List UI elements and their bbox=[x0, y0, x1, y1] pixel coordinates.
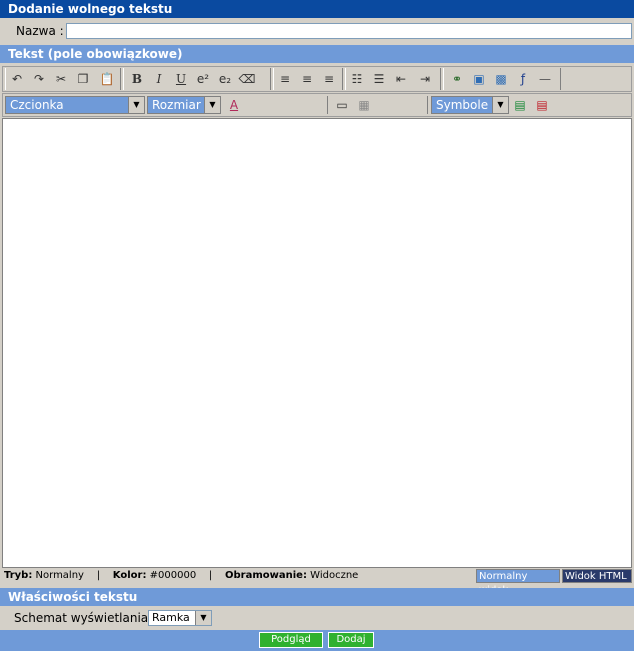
symbols-select[interactable]: Symbole ▼ bbox=[431, 96, 509, 114]
flash-icon[interactable]: ƒ bbox=[514, 71, 532, 87]
schema-label: Schemat wyświetlania : bbox=[14, 611, 157, 625]
text-section-bar: Tekst (pole obowiązkowe) bbox=[0, 45, 634, 63]
toolbar-divider bbox=[327, 96, 328, 114]
toolbar-group-format: B I U e² e₂ ⌫ bbox=[123, 68, 271, 90]
toolbar-row-1: ↶ ↷ ✂ ❐ 📋 B I U e² e₂ ⌫ ≡ ≡ ≡ ☷ ☰ ⇤ ⇥ ⚭ … bbox=[2, 66, 632, 92]
html-view-button[interactable]: Widok HTML bbox=[562, 569, 632, 583]
size-select[interactable]: Rozmiar ▼ bbox=[147, 96, 221, 114]
normal-view-button[interactable]: Normalny widok bbox=[476, 569, 560, 596]
chevron-down-icon: ▼ bbox=[204, 97, 220, 113]
toolbar-row-2: Czcionka ▼ Rozmiar ▼ A ▭ ▦ Symbole ▼ ▤ ▤ bbox=[2, 93, 632, 117]
name-label: Nazwa : bbox=[16, 24, 64, 38]
undo-icon[interactable]: ↶ bbox=[8, 71, 26, 87]
preview-button[interactable]: Podgląd bbox=[259, 632, 323, 648]
size-select-value: Rozmiar bbox=[152, 98, 201, 112]
font-color-icon[interactable]: A bbox=[225, 97, 243, 113]
italic-icon[interactable]: I bbox=[150, 71, 168, 87]
cut-icon[interactable]: ✂ bbox=[52, 71, 70, 87]
align-center-icon[interactable]: ≡ bbox=[298, 71, 316, 87]
paste-icon[interactable]: 📋 bbox=[98, 71, 116, 87]
redo-icon[interactable]: ↷ bbox=[30, 71, 48, 87]
schema-select[interactable]: Ramka ▼ bbox=[148, 610, 212, 626]
toolbar-group-lists: ☷ ☰ ⇤ ⇥ bbox=[345, 68, 441, 90]
border-label: Obramowanie: bbox=[225, 570, 307, 581]
align-right-icon[interactable]: ≡ bbox=[320, 71, 338, 87]
subscript-icon[interactable]: e₂ bbox=[216, 71, 234, 87]
text-editor[interactable] bbox=[2, 118, 632, 568]
page-title: Dodanie wolnego tekstu bbox=[8, 2, 173, 16]
text-section-title: Tekst (pole obowiązkowe) bbox=[8, 47, 183, 61]
properties-title: Właściwości tekstu bbox=[8, 590, 138, 604]
symbols-select-value: Symbole bbox=[436, 98, 489, 112]
superscript-icon[interactable]: e² bbox=[194, 71, 212, 87]
insert-table-icon[interactable]: ▦ bbox=[355, 97, 373, 113]
header-bar: Dodanie wolnego tekstu bbox=[0, 0, 634, 18]
toolbar-group-insert: ⚭ ▣ ▩ ƒ — bbox=[443, 68, 561, 90]
color-value: #000000 bbox=[149, 570, 197, 581]
chevron-down-icon: ▼ bbox=[195, 611, 211, 625]
name-input[interactable] bbox=[66, 23, 632, 39]
font-select-value: Czcionka bbox=[10, 98, 64, 112]
status-text: Tryb: Normalny | Kolor: #000000 | Obramo… bbox=[4, 570, 358, 581]
copy-icon[interactable]: ❐ bbox=[74, 71, 92, 87]
bold-icon[interactable]: B bbox=[128, 71, 146, 87]
chevron-down-icon: ▼ bbox=[128, 97, 144, 113]
image-icon[interactable]: ▣ bbox=[470, 71, 488, 87]
properties-section-bar: Właściwości tekstu bbox=[0, 588, 634, 606]
schema-row: Schemat wyświetlania : Ramka ▼ bbox=[0, 606, 634, 630]
indent-icon[interactable]: ⇥ bbox=[416, 71, 434, 87]
border-value: Widoczne bbox=[310, 570, 359, 581]
status-bar: Tryb: Normalny | Kolor: #000000 | Obramo… bbox=[2, 568, 632, 596]
mode-value: Normalny bbox=[35, 570, 84, 581]
eraser-icon[interactable]: ⌫ bbox=[238, 71, 256, 87]
color-label: Kolor: bbox=[112, 570, 147, 581]
special-green-icon[interactable]: ▤ bbox=[511, 97, 529, 113]
table-properties-icon[interactable]: ▭ bbox=[333, 97, 351, 113]
toolbar-group-align: ≡ ≡ ≡ bbox=[273, 68, 343, 90]
link-icon[interactable]: ⚭ bbox=[448, 71, 466, 87]
underline-icon[interactable]: U bbox=[172, 71, 190, 87]
status-separator: | bbox=[96, 570, 101, 581]
align-left-icon[interactable]: ≡ bbox=[276, 71, 294, 87]
status-separator: | bbox=[208, 570, 213, 581]
name-row: Nazwa : bbox=[0, 18, 634, 44]
ordered-list-icon[interactable]: ☷ bbox=[348, 71, 366, 87]
mode-label: Tryb: bbox=[4, 570, 33, 581]
special-red-icon[interactable]: ▤ bbox=[533, 97, 551, 113]
horizontal-rule-icon[interactable]: — bbox=[536, 71, 554, 87]
toolbar-group-edit: ↶ ↷ ✂ ❐ 📋 bbox=[5, 68, 121, 90]
gallery-icon[interactable]: ▩ bbox=[492, 71, 510, 87]
toolbar-divider bbox=[427, 96, 428, 114]
add-button[interactable]: Dodaj bbox=[328, 632, 374, 648]
outdent-icon[interactable]: ⇤ bbox=[392, 71, 410, 87]
chevron-down-icon: ▼ bbox=[492, 97, 508, 113]
unordered-list-icon[interactable]: ☰ bbox=[370, 71, 388, 87]
schema-select-value: Ramka bbox=[152, 611, 190, 624]
font-select[interactable]: Czcionka ▼ bbox=[5, 96, 145, 114]
